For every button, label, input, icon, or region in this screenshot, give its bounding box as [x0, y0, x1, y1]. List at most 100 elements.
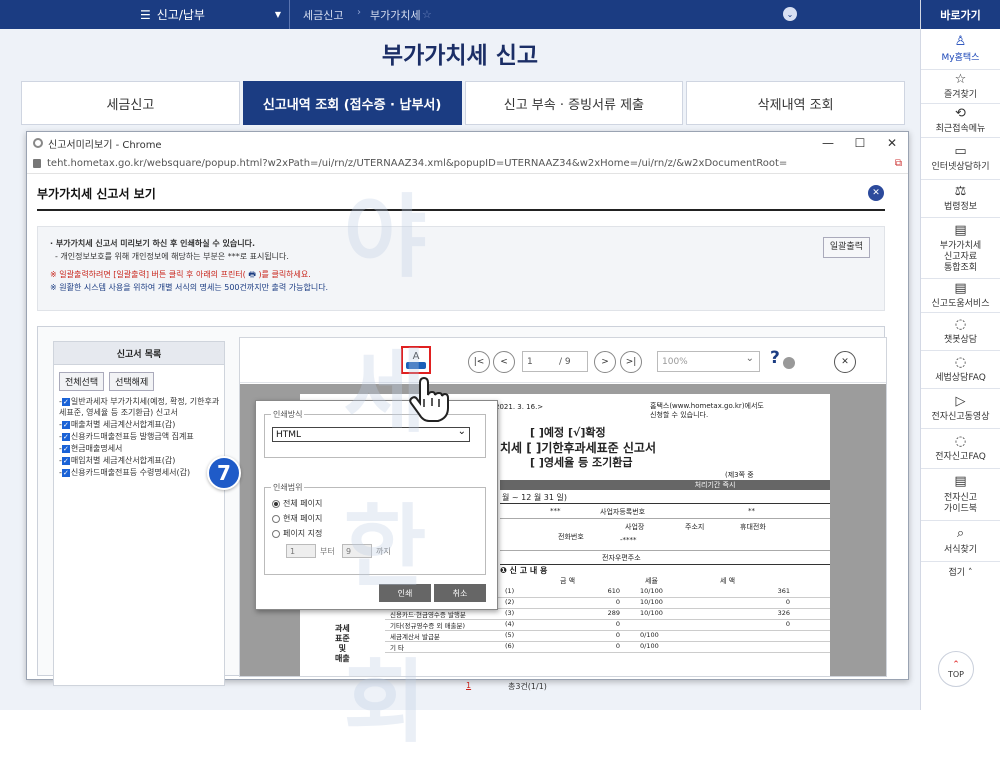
form-cell-amount: 610	[607, 587, 620, 595]
window-title: 신고서미리보기 - Chrome	[48, 139, 162, 151]
list-item[interactable]: -✓ 현금매출명세서	[59, 443, 224, 454]
radio-current-page[interactable]: 현재 페이지	[272, 513, 322, 524]
chrome-popup-window: 신고서미리보기 - Chrome — ☐ ✕ teht.hometax.go.k…	[26, 131, 909, 686]
checkbox-checked-icon[interactable]: ✓	[61, 456, 70, 465]
radio-page-range[interactable]: 페이지 지정	[272, 528, 322, 539]
sidebar-item[interactable]: ⌕ 서식찾기	[921, 521, 1000, 562]
sidebar-item-label: 세법상담FAQ	[935, 373, 986, 384]
checkbox-checked-icon[interactable]: ✓	[61, 420, 70, 429]
minimize-icon[interactable]: —	[812, 132, 844, 154]
popup-close-button[interactable]: ✕	[868, 185, 884, 201]
collapse-button[interactable]: 접기 ˄	[921, 562, 1000, 584]
sidebar-item-label: My홈택스	[941, 52, 980, 63]
prev-page-icon[interactable]: <	[493, 351, 515, 373]
print-range-label: 인쇄범위	[271, 482, 305, 493]
hamburger-icon: ☰	[140, 7, 151, 22]
print-cancel-button[interactable]: 취소	[434, 584, 486, 602]
page-input[interactable]: 1 / 9	[522, 351, 588, 372]
list-item-label: 매출처별 세금계산서합계표(갑)	[70, 420, 176, 429]
extension-icon[interactable]: ⧉	[895, 158, 902, 169]
radio-all-pages[interactable]: 전체 페이지	[272, 498, 322, 509]
star-icon[interactable]: ☆	[422, 0, 432, 29]
viewer-close-icon[interactable]: ✕	[834, 351, 856, 373]
address-bar[interactable]: teht.hometax.go.kr/websquare/popup.html?…	[27, 154, 908, 174]
checkbox-checked-icon[interactable]: ✓	[61, 468, 70, 477]
sidebar-item[interactable]: ☆ 즐겨찾기	[921, 70, 1000, 104]
sidebar-item[interactable]: ▭ 인터넷상담하기	[921, 138, 1000, 180]
form-cell-rate: 10/100	[640, 587, 663, 595]
chat-icon: ◌	[954, 316, 967, 332]
notice-sub: - 개인정보보호를 위해 개인정보에 해당하는 부분은 ***로 표시됩니다.	[55, 252, 289, 261]
sidebar-item[interactable]: ⚖ 법령정보	[921, 180, 1000, 218]
first-page-icon[interactable]: |<	[468, 351, 490, 373]
checkbox-checked-icon[interactable]: ✓	[61, 444, 70, 453]
popup-title: 부가가치세 신고서 보기	[37, 187, 156, 201]
list-item[interactable]: -✓ 매출처별 세금계산서합계표(갑)	[59, 419, 224, 430]
breadcrumb-tax-filing[interactable]: 세금신고	[303, 0, 343, 29]
laptop-icon: ▭	[954, 143, 967, 159]
listen-icon[interactable]	[783, 357, 795, 369]
form-cell-tax: 0	[785, 598, 790, 606]
page-current: 1	[527, 356, 533, 367]
form-option-1: [ ]예정 [√]확정	[530, 426, 606, 439]
sidebar-item-label: 즐겨찾기	[943, 90, 978, 101]
sidebar-item[interactable]: ◌ 세법상담FAQ	[921, 351, 1000, 389]
caret-down-icon: ▼	[274, 10, 281, 19]
form-office: 사업장	[625, 523, 645, 531]
last-page-icon[interactable]: >|	[620, 351, 642, 373]
breadcrumb-vat[interactable]: 부가가치세	[370, 0, 421, 29]
select-all-button[interactable]: 전체선택	[59, 372, 105, 391]
notice-main: · 부가가치세 신고서 미리보기 하신 후 인쇄하실 수 있습니다.	[50, 239, 255, 248]
form-site-line: 홈택스(www.hometax.go.kr)에서도 신청할 수 있습니다.	[650, 402, 764, 419]
print-method-select[interactable]: HTML	[272, 426, 470, 442]
form-masked: -****	[620, 536, 637, 544]
maximize-icon[interactable]: ☐	[844, 132, 876, 154]
tab-supporting-docs[interactable]: 신고 부속 · 증빙서류 제출	[464, 81, 684, 125]
form-cell-amount: 0	[615, 598, 620, 606]
scroll-top-button[interactable]: ⌃ TOP	[938, 651, 974, 687]
form-cell-rate: 10/100	[640, 598, 663, 606]
sidebar-item[interactable]: ◌ 전자신고FAQ	[921, 429, 1000, 469]
book-icon: ▤	[954, 474, 967, 490]
tab-tax-filing[interactable]: 세금신고	[21, 81, 240, 125]
tab-deleted-history[interactable]: 삭제내역 조회	[686, 81, 905, 125]
checkbox-checked-icon[interactable]: ✓	[61, 432, 70, 441]
sidebar-item[interactable]: ▤ 부가가치세 신고자료 통합조회	[921, 218, 1000, 279]
radio-icon	[272, 529, 280, 538]
print-button[interactable]: A	[401, 346, 431, 374]
pagination-current[interactable]: 1	[466, 681, 471, 690]
form-date-line: 2021. 3. 16.>	[495, 403, 544, 411]
notice-red-text2: )를 클릭하세요.	[258, 270, 311, 279]
menu-dropdown[interactable]: ☰ 신고/납부 ▼	[127, 0, 290, 29]
sidebar-item[interactable]: ▤ 신고도움서비스	[921, 279, 1000, 313]
range-from-input[interactable]: 1	[286, 544, 316, 558]
list-item[interactable]: -✓ 신용카드매출전표등 발행금액 집계표	[59, 431, 224, 442]
form-email: 전자우편주소	[602, 554, 641, 562]
sidebar-item[interactable]: ▷ 전자신고동영상	[921, 389, 1000, 429]
report-list: -✓ 일반과세자 부가가치세(예정, 확정, 기한후과세표준, 영세율 등 조기환…	[54, 391, 224, 478]
deselect-all-button[interactable]: 선택해제	[109, 372, 155, 391]
zoom-select[interactable]: 100%	[657, 351, 760, 372]
window-titlebar: 신고서미리보기 - Chrome — ☐ ✕	[27, 132, 908, 154]
print-options-dialog: 인쇄방식 HTML 인쇄범위 전체 페이지 현재 페이지 페이지 지정 1 부터…	[255, 400, 498, 610]
help-icon[interactable]: ?	[770, 348, 780, 368]
sidebar-item[interactable]: ▤ 전자신고 가이드북	[921, 469, 1000, 521]
tab-filing-history[interactable]: 신고내역 조회 (접수증 · 납부서)	[242, 81, 462, 125]
chevron-down-icon[interactable]: ⌄	[783, 7, 797, 21]
checkbox-checked-icon[interactable]: ✓	[61, 397, 70, 406]
list-item-label: 신용카드매출전표등 수령명세서(갑)	[70, 468, 191, 477]
sidebar-item[interactable]: ♙ My홈택스	[921, 29, 1000, 70]
sidebar-item[interactable]: ⟲ 최근접속메뉴	[921, 104, 1000, 138]
next-page-icon[interactable]: >	[594, 351, 616, 373]
bulk-print-button[interactable]: 일괄출력	[822, 237, 870, 258]
quick-links-title: 바로가기	[921, 0, 1000, 29]
list-item[interactable]: -✓ 일반과세자 부가가치세(예정, 확정, 기한후과세표준, 영세율 등 조기환…	[59, 396, 224, 418]
close-icon[interactable]: ✕	[876, 132, 908, 154]
print-confirm-button[interactable]: 인쇄	[379, 584, 431, 602]
form-stars-2: **	[748, 507, 755, 515]
range-to-input[interactable]: 9	[342, 544, 372, 558]
list-item[interactable]: -✓ 신용카드매출전표등 수령명세서(갑)	[59, 467, 224, 478]
step-badge: 7	[207, 456, 241, 490]
sidebar-item[interactable]: ◌ 챗봇상담	[921, 313, 1000, 351]
list-item[interactable]: -✓ 매입처별 세금계산서합계표(갑)	[59, 455, 224, 466]
